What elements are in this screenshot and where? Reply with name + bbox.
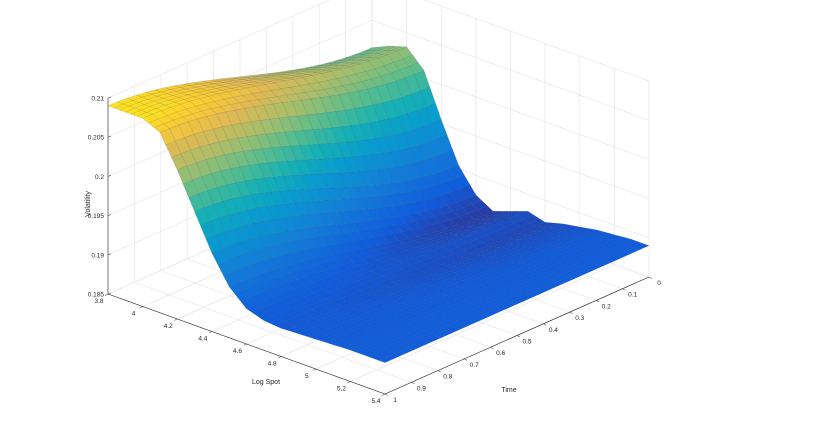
x-tick-label: 3.8 [94,298,103,305]
x-tick [243,343,247,346]
x-tick-label: 4.2 [164,323,173,330]
y-tick-label: 0.5 [522,339,531,346]
y-tick-label: 0.7 [470,362,479,369]
z-tick-label: 0.2 [95,174,104,181]
surface-figure: 3.8 4 4.2 4.4 4.6 4.8 5 5.2 5.4 0 0.1 0.2 0.3 0.4 0.5 0… [0,0,830,434]
x-axis-label: Log Spot [252,379,280,386]
y-tick [648,276,653,279]
y-tick-label: 0.6 [496,350,505,357]
y-tick [437,370,441,373]
x-tick [278,356,282,359]
x-tick-label: 4.8 [268,361,277,368]
x-tick-label: 5 [305,373,309,380]
y-tick [569,311,573,314]
x-tick [139,306,143,309]
y-tick-label: 0 [657,280,661,287]
x-tick-label: 4.4 [198,336,207,343]
y-tick-label: 0.4 [549,327,558,334]
y-tick-label: 0.3 [575,315,584,322]
x-tick-label: 4 [132,311,136,318]
y-tick [464,358,468,361]
z-tick-label: 0.21 [91,96,104,103]
y-tick [596,300,600,303]
z-tick-label: 0.185 [88,292,105,299]
z-tick-label: 0.205 [88,135,105,142]
x-tick [381,393,386,396]
z-tick-label: 0.19 [91,252,104,259]
y-tick-label: 0.9 [417,385,426,392]
z-axis-label: Volatility [85,191,92,217]
surface-plot: 3.8 4 4.2 4.4 4.6 4.8 5 5.2 5.4 0 0.1 0.2 0.3 0.4 0.5 0… [85,0,661,405]
y-tick [543,323,547,326]
x-tick [174,318,178,321]
y-tick [622,288,626,291]
y-tick [490,346,494,349]
x-tick [312,368,316,371]
y-tick [384,393,389,396]
y-axis-label: Time [501,387,516,394]
x-tick [104,293,109,296]
y-tick-label: 0.8 [443,374,452,381]
y-tick-label: 1 [393,397,397,404]
y-tick [516,335,521,338]
x-tick-label: 4.6 [233,348,242,355]
x-tick-label: 5.4 [371,398,380,405]
x-tick-label: 5.2 [337,386,346,393]
x-tick [208,331,212,334]
y-tick [411,382,415,385]
y-tick-label: 0.1 [628,292,637,299]
x-tick [347,381,351,384]
y-tick-label: 0.2 [602,303,611,310]
